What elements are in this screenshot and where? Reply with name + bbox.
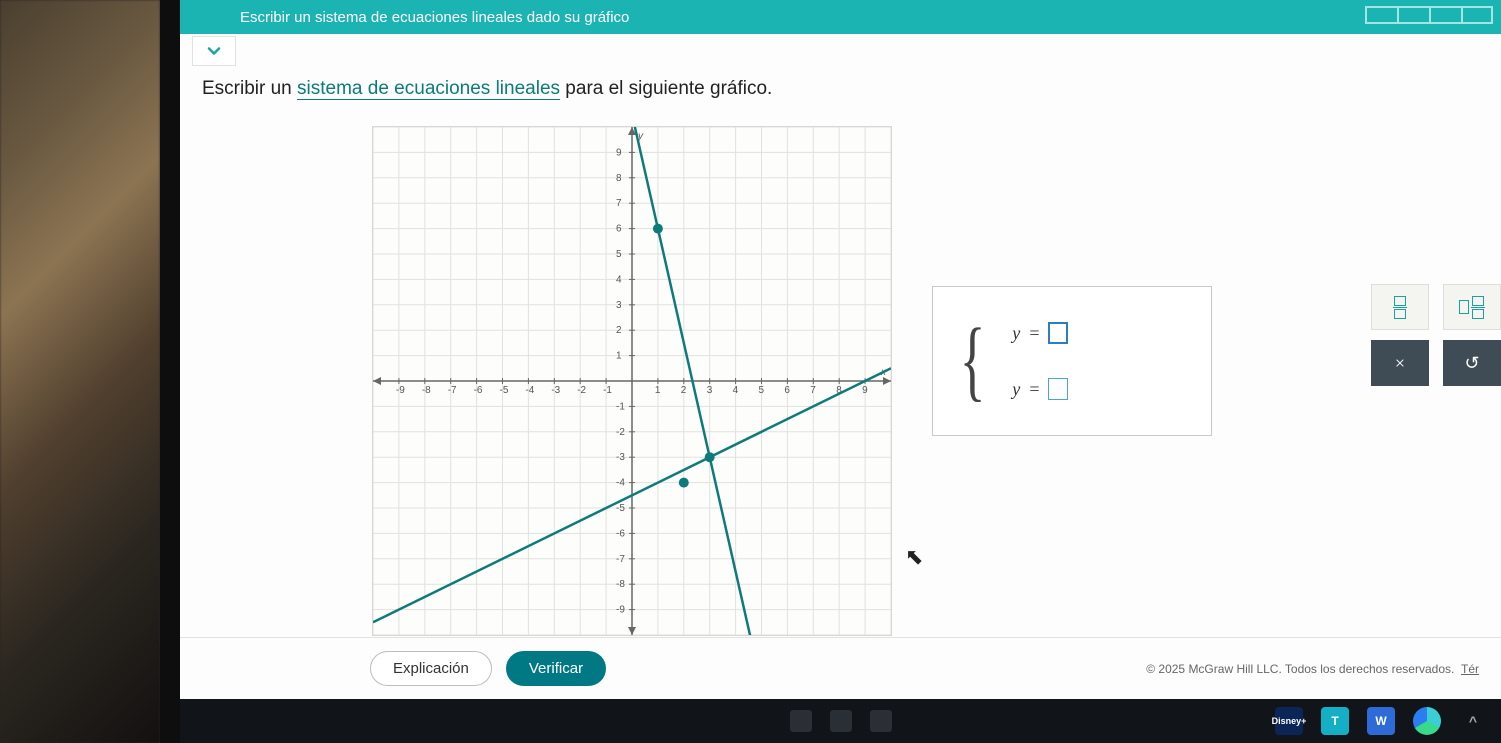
fraction-icon (1393, 296, 1407, 319)
mixed-number-icon (1459, 296, 1485, 319)
x-icon: × (1395, 353, 1405, 374)
svg-text:1: 1 (616, 351, 622, 362)
windows-taskbar[interactable]: Disney+ T W ^ (160, 699, 1501, 743)
svg-text:4: 4 (733, 385, 739, 396)
taskbar-disney-icon[interactable]: Disney+ (1275, 707, 1303, 735)
svg-text:4: 4 (616, 274, 622, 285)
progress-seg (1429, 6, 1461, 24)
prompt-link[interactable]: sistema de ecuaciones lineales (297, 78, 560, 100)
svg-text:-6: -6 (616, 528, 625, 539)
svg-text:6: 6 (616, 224, 622, 235)
eq2-input[interactable] (1048, 378, 1068, 400)
svg-text:8: 8 (616, 173, 622, 184)
coordinate-graph: xy-9-8-7-6-5-4-3-2-1123456789-9-8-7-6-5-… (373, 127, 891, 635)
question-prompt: Escribir un sistema de ecuaciones lineal… (202, 78, 772, 100)
taskbar-overflow-icon[interactable]: ^ (1459, 707, 1487, 735)
progress-seg (1461, 6, 1493, 24)
svg-text:3: 3 (616, 300, 622, 311)
svg-text:-3: -3 (616, 452, 625, 463)
terms-link[interactable]: Tér (1461, 662, 1479, 676)
svg-text:-9: -9 (616, 605, 625, 616)
eq-sign: = (1028, 379, 1040, 400)
svg-text:-8: -8 (616, 579, 625, 590)
eq-sign: = (1028, 323, 1040, 344)
svg-text:1: 1 (655, 385, 661, 396)
progress-segments (1365, 6, 1493, 24)
svg-text:-1: -1 (603, 385, 612, 396)
svg-text:-2: -2 (577, 385, 586, 396)
svg-text:2: 2 (681, 385, 687, 396)
svg-text:5: 5 (616, 249, 622, 260)
svg-text:-9: -9 (396, 385, 405, 396)
taskbar-t-icon[interactable]: T (1321, 707, 1349, 735)
answer-panel: { y = y = (932, 286, 1212, 436)
fraction-tool[interactable] (1371, 284, 1429, 330)
svg-text:-7: -7 (616, 554, 625, 565)
svg-text:-2: -2 (616, 427, 625, 438)
svg-text:-1: -1 (616, 401, 625, 412)
copyright-label: © 2025 McGraw Hill LLC. Todos los derech… (1146, 662, 1454, 676)
clear-button[interactable]: × (1371, 340, 1429, 386)
svg-text:-7: -7 (448, 385, 457, 396)
taskbar-edge-icon[interactable] (1413, 707, 1441, 735)
eq1-lhs: y (1012, 323, 1020, 344)
system-brace-icon: { (960, 325, 986, 397)
svg-text:-4: -4 (616, 478, 625, 489)
content-row: xy-9-8-7-6-5-4-3-2-1123456789-9-8-7-6-5-… (202, 126, 1491, 629)
copyright-text: © 2025 McGraw Hill LLC. Todos los derech… (1146, 662, 1479, 676)
action-bar: Explicación Verificar © 2025 McGraw Hill… (180, 637, 1501, 699)
app-window: Escribir un sistema de ecuaciones lineal… (160, 0, 1501, 699)
svg-text:-8: -8 (422, 385, 431, 396)
svg-text:5: 5 (759, 385, 765, 396)
taskbar-app[interactable] (790, 710, 812, 732)
svg-text:-5: -5 (500, 385, 509, 396)
equation-row-2: y = (1012, 378, 1068, 400)
svg-text:7: 7 (810, 385, 816, 396)
taskbar-app[interactable] (830, 710, 852, 732)
taskbar-center (790, 710, 892, 732)
verify-button[interactable]: Verificar (506, 651, 606, 686)
eq2-lhs: y (1012, 379, 1020, 400)
graph-panel: xy-9-8-7-6-5-4-3-2-1123456789-9-8-7-6-5-… (372, 126, 892, 636)
equation-row-1: y = (1012, 322, 1068, 344)
chevron-down-icon (204, 41, 224, 61)
undo-icon: ↺ (1464, 353, 1479, 374)
equation-lines: y = y = (1012, 322, 1068, 400)
prompt-post: para el siguiente gráfico. (560, 78, 772, 99)
lesson-title: Escribir un sistema de ecuaciones lineal… (240, 9, 629, 26)
mixed-number-tool[interactable] (1443, 284, 1501, 330)
svg-text:-5: -5 (616, 503, 625, 514)
content-area: Escribir un sistema de ecuaciones lineal… (180, 34, 1501, 699)
svg-text:-4: -4 (525, 385, 534, 396)
svg-text:2: 2 (616, 325, 622, 336)
explain-button[interactable]: Explicación (370, 651, 492, 686)
eq1-input[interactable] (1048, 322, 1068, 344)
svg-text:-3: -3 (551, 385, 560, 396)
math-tool-column: × ↺ (1371, 284, 1501, 386)
svg-text:7: 7 (616, 198, 622, 209)
progress-seg (1397, 6, 1429, 24)
taskbar-word-icon[interactable]: W (1367, 707, 1395, 735)
svg-text:3: 3 (707, 385, 713, 396)
svg-text:9: 9 (616, 147, 622, 158)
expand-toggle[interactable] (192, 36, 236, 66)
svg-text:9: 9 (862, 385, 868, 396)
lesson-header: Escribir un sistema de ecuaciones lineal… (180, 0, 1501, 34)
progress-seg (1365, 6, 1397, 24)
taskbar-app[interactable] (870, 710, 892, 732)
prompt-pre: Escribir un (202, 78, 297, 99)
svg-text:-6: -6 (474, 385, 483, 396)
svg-text:6: 6 (784, 385, 790, 396)
undo-button[interactable]: ↺ (1443, 340, 1501, 386)
desktop-background (0, 0, 160, 743)
